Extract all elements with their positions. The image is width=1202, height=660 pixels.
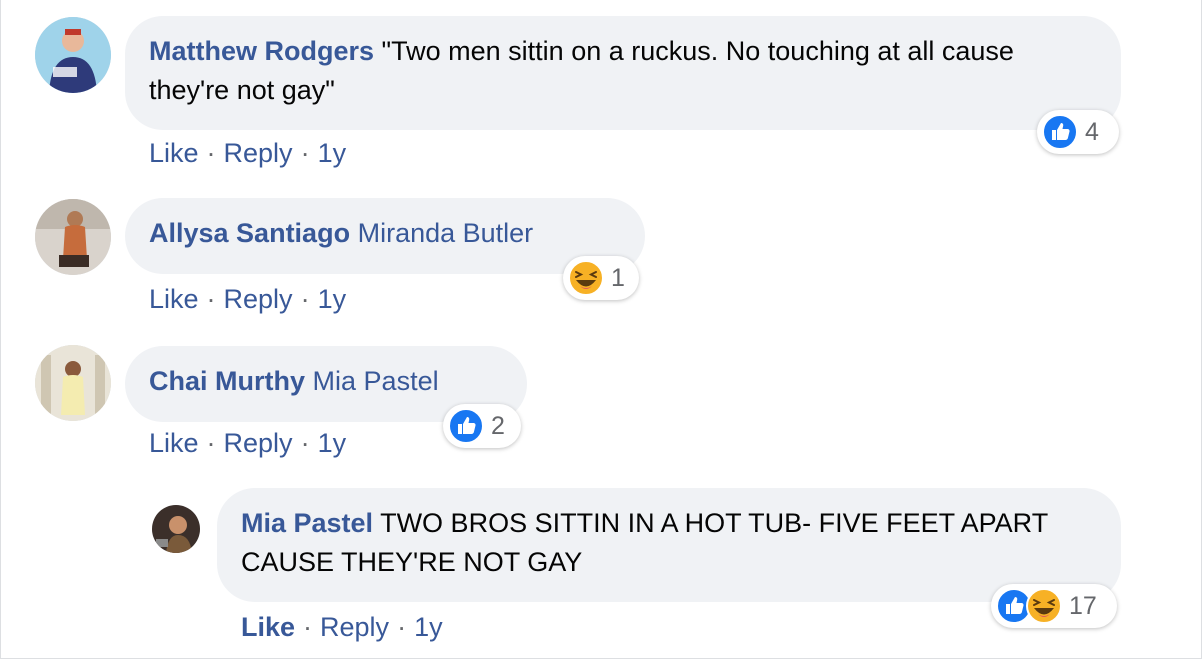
mention-link[interactable]: Miranda Butler xyxy=(358,218,534,248)
separator: · xyxy=(397,612,407,642)
timestamp[interactable]: 1y xyxy=(318,138,347,168)
reaction-count: 1 xyxy=(611,263,625,292)
like-link[interactable]: Like xyxy=(149,138,199,168)
reply-link[interactable]: Reply xyxy=(320,612,389,642)
comment-actions: Like · Reply · 1y xyxy=(149,138,346,169)
comment-actions: Like · Reply · 1y xyxy=(241,612,443,643)
comment-actions: Like · Reply · 1y xyxy=(149,284,346,315)
like-link[interactable]: Like xyxy=(149,284,199,314)
like-link[interactable]: Like xyxy=(149,428,199,458)
comment-bubble: Matthew Rodgers "Two men sittin on a ruc… xyxy=(125,16,1121,130)
timestamp[interactable]: 1y xyxy=(414,612,443,642)
reaction-count: 4 xyxy=(1085,117,1099,146)
haha-icon xyxy=(1026,588,1062,624)
like-icon xyxy=(1042,114,1078,150)
avatar-mia-pastel[interactable] xyxy=(152,505,200,553)
like-link-active[interactable]: Like xyxy=(241,612,295,642)
separator: · xyxy=(206,138,216,168)
separator: · xyxy=(300,428,310,458)
avatar-allysa-santiago[interactable] xyxy=(35,199,111,275)
comment-author[interactable]: Chai Murthy xyxy=(149,366,305,396)
reply-link[interactable]: Reply xyxy=(224,138,293,168)
reaction-count: 2 xyxy=(491,411,505,440)
mention-link[interactable]: Mia Pastel xyxy=(313,366,439,396)
separator: · xyxy=(206,284,216,314)
like-icon xyxy=(448,408,484,444)
avatar-chai-murthy[interactable] xyxy=(35,345,111,421)
reply-link[interactable]: Reply xyxy=(224,428,293,458)
haha-icon xyxy=(568,260,604,296)
comment-author[interactable]: Matthew Rodgers xyxy=(149,36,374,66)
reaction-count: 17 xyxy=(1069,591,1097,620)
reply-link[interactable]: Reply xyxy=(224,284,293,314)
reaction-summary[interactable]: 17 xyxy=(991,584,1117,628)
avatar-matthew-rodgers[interactable] xyxy=(35,17,111,93)
reaction-summary[interactable]: 4 xyxy=(1037,110,1119,154)
separator: · xyxy=(300,284,310,314)
reaction-summary[interactable]: 2 xyxy=(443,404,521,448)
comment-actions: Like · Reply · 1y xyxy=(149,428,346,459)
separator: · xyxy=(206,428,216,458)
reaction-summary[interactable]: 1 xyxy=(563,256,639,300)
comment-author[interactable]: Mia Pastel xyxy=(241,508,373,538)
separator: · xyxy=(300,138,310,168)
comments-panel: Matthew Rodgers "Two men sittin on a ruc… xyxy=(0,0,1202,659)
separator: · xyxy=(303,612,313,642)
timestamp[interactable]: 1y xyxy=(318,428,347,458)
reply-bubble: Mia Pastel TWO BROS SITTIN IN A HOT TUB-… xyxy=(217,488,1121,602)
comment-author[interactable]: Allysa Santiago xyxy=(149,218,350,248)
timestamp[interactable]: 1y xyxy=(318,284,347,314)
